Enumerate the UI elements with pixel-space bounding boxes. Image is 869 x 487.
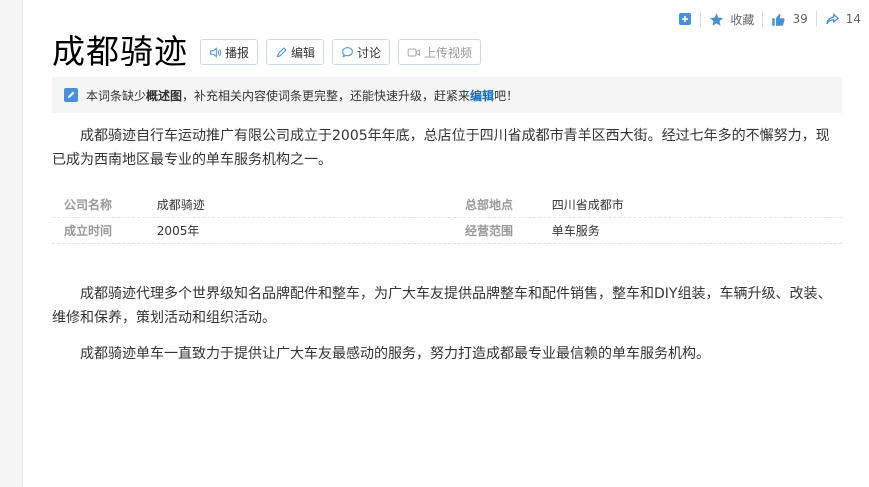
edit-label: 编辑 xyxy=(291,45,316,60)
info-table: 公司名称 成都骑迹 总部地点 四川省成都市 成立时间 2005年 经营范围 单车… xyxy=(52,192,842,244)
like-count: 39 xyxy=(792,12,808,26)
notice-post: 吧！ xyxy=(494,88,519,103)
share-button[interactable]: 14 xyxy=(825,12,861,27)
notice-pre: 本词条缺少 xyxy=(86,88,147,103)
notice-bold: 概述图 xyxy=(146,88,183,103)
info-value: 四川省成都市 xyxy=(551,198,624,212)
video-camera-icon xyxy=(407,47,420,57)
play-label: 播报 xyxy=(225,45,250,60)
pencil-icon xyxy=(276,46,287,57)
notice-mid: ，补充相关内容使词条更完整，还能快速升级，赶紧来 xyxy=(182,88,471,103)
upload-video-button[interactable]: 上传视频 xyxy=(398,39,482,65)
divider xyxy=(700,11,702,27)
info-row: 公司名称 成都骑迹 总部地点 四川省成都市 xyxy=(52,192,842,218)
info-value: 成都骑迹 xyxy=(156,198,205,212)
speaker-icon xyxy=(210,46,221,58)
collect-label: 收藏 xyxy=(730,12,755,27)
info-key: 公司名称 xyxy=(64,198,113,212)
info-value: 2005年 xyxy=(156,224,200,238)
info-row: 成立时间 2005年 经营范围 单车服务 xyxy=(52,218,842,244)
share-icon xyxy=(825,12,839,24)
share-count: 14 xyxy=(845,12,861,26)
page-title: 成都骑迹 xyxy=(52,32,188,71)
title-row: 成都骑迹 播报 编辑 讨论 上传视频 xyxy=(52,30,489,74)
star-icon xyxy=(710,12,724,26)
plus-box-icon xyxy=(679,13,692,25)
discuss-label: 讨论 xyxy=(357,45,382,60)
thumbs-up-icon xyxy=(772,13,786,26)
info-value: 单车服务 xyxy=(551,224,600,238)
divider xyxy=(762,11,764,27)
add-button[interactable] xyxy=(678,12,692,26)
edit-button[interactable]: 编辑 xyxy=(266,39,325,65)
left-rail xyxy=(0,0,23,487)
discuss-button[interactable]: 讨论 xyxy=(332,39,391,65)
info-key: 经营范围 xyxy=(464,224,513,238)
collect-button[interactable]: 收藏 xyxy=(709,11,754,28)
top-actions: 收藏 39 14 xyxy=(678,8,861,30)
upload-video-label: 上传视频 xyxy=(424,45,473,60)
info-key: 成立时间 xyxy=(64,224,113,238)
missing-image-notice: 本词条缺少 概述图 ，补充相关内容使词条更完整，还能快速升级，赶紧来 编辑 吧！ xyxy=(52,77,842,113)
info-key: 总部地点 xyxy=(464,198,513,212)
play-button[interactable]: 播报 xyxy=(200,39,259,65)
intro-paragraph: 成都骑迹自行车运动推广有限公司成立于2005年年底，总店位于四川省成都市青羊区西… xyxy=(52,128,830,168)
divider xyxy=(815,11,817,27)
body-paragraph: 成都骑迹单车一直致力于提供让广大车友最感动的服务，努力打造成都最专业最信赖的单车… xyxy=(80,346,710,362)
chat-bubble-icon xyxy=(342,46,353,58)
notice-edit-link[interactable]: 编辑 xyxy=(470,87,494,104)
like-button[interactable]: 39 xyxy=(771,12,808,27)
body-paragraph: 成都骑迹代理多个世界级知名品牌配件和整车，为广大车友提供品牌整车和配件销售，整车… xyxy=(52,286,832,326)
edit-icon xyxy=(64,88,78,102)
